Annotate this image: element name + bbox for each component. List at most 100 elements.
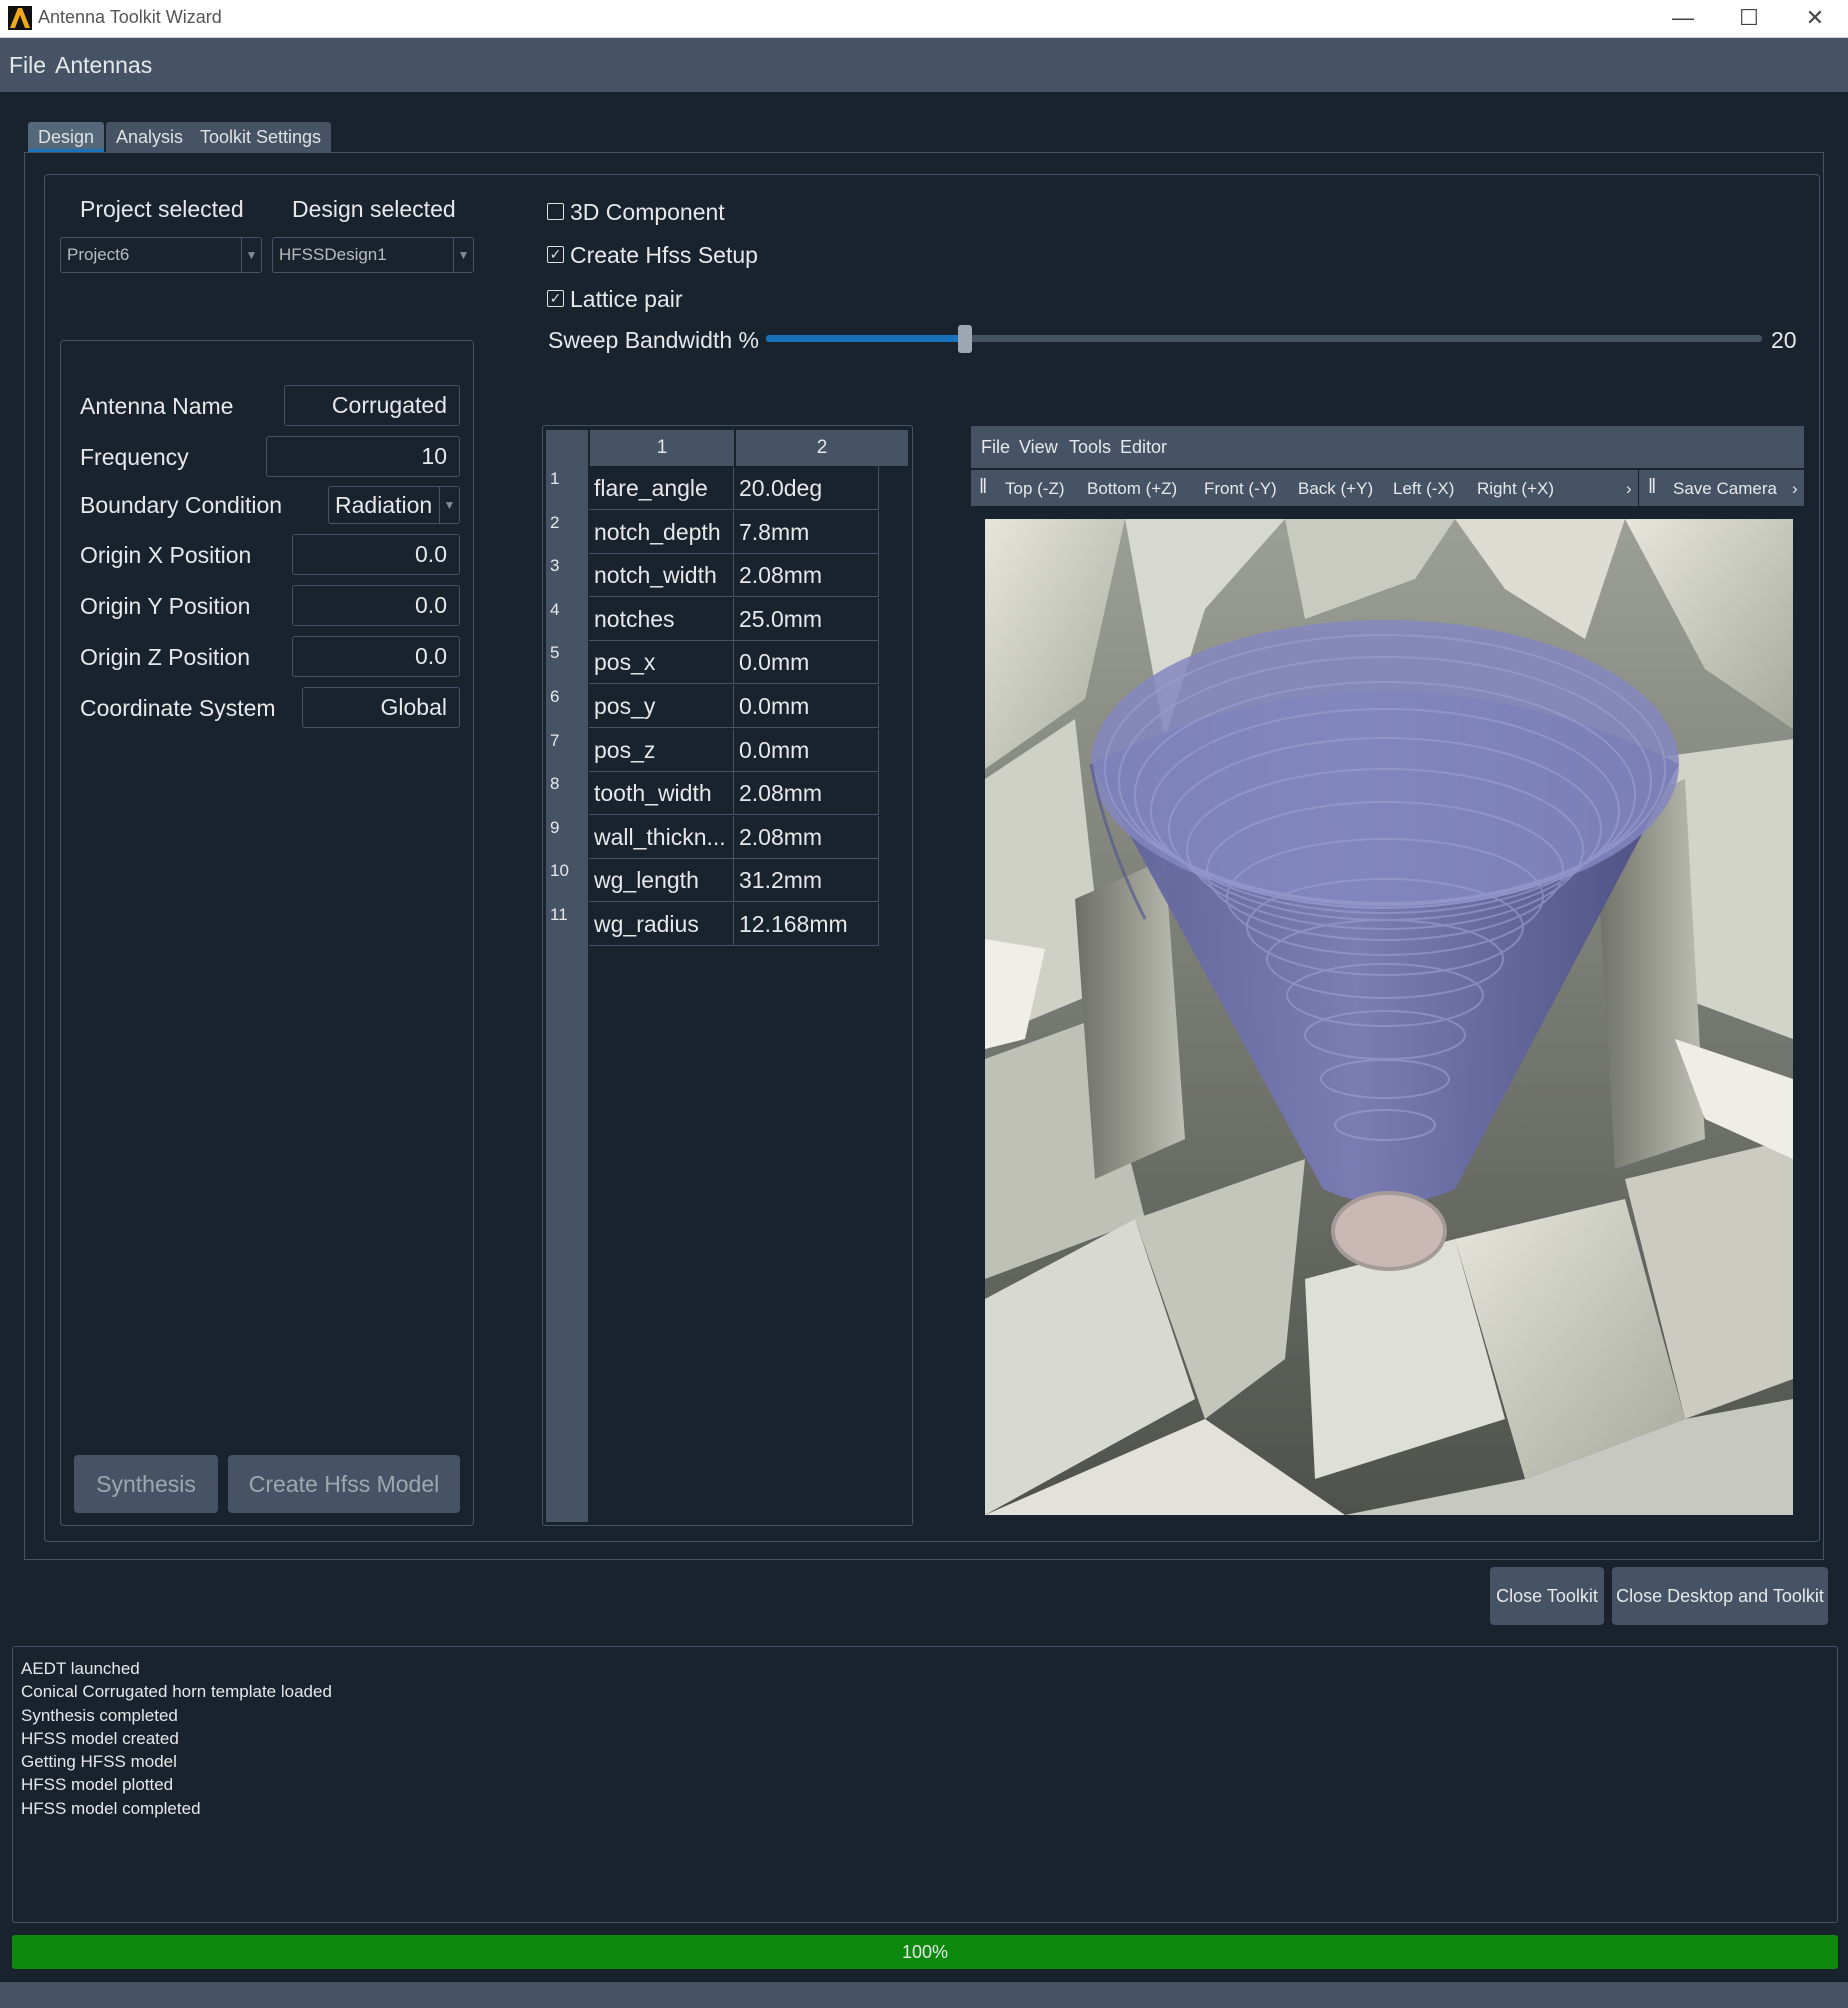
column-header-1[interactable]: 1	[590, 430, 734, 466]
sweep-bandwidth-value: 20	[1771, 327, 1797, 353]
row-header[interactable]: 6	[550, 687, 559, 707]
row-header[interactable]: 11	[550, 905, 568, 925]
origin-x-label: Origin X Position	[80, 542, 252, 568]
table-cell-name[interactable]: wall_thickn...	[589, 816, 734, 859]
table-cell-value[interactable]: 25.0mm	[734, 598, 879, 641]
create-hfss-model-button[interactable]: Create Hfss Model	[228, 1455, 460, 1513]
row-header[interactable]: 3	[550, 556, 559, 576]
origin-x-field[interactable]: 0.0	[292, 534, 460, 575]
3d-component-checkbox[interactable]	[547, 203, 564, 220]
app-logo-icon	[8, 6, 32, 30]
close-toolkit-button[interactable]: Close Toolkit	[1490, 1567, 1604, 1625]
tab-analysis[interactable]: Analysis	[106, 122, 194, 152]
viewer-menu-editor[interactable]: Editor	[1120, 437, 1167, 458]
origin-z-field[interactable]: 0.0	[292, 636, 460, 677]
boundary-condition-value: Radiation	[335, 492, 433, 518]
row-header[interactable]: 7	[550, 731, 559, 751]
3d-viewport[interactable]	[985, 519, 1793, 1515]
design-label: Design selected	[292, 196, 456, 222]
table-cell-name[interactable]: wg_length	[589, 859, 734, 902]
status-bar	[0, 1982, 1848, 2008]
table-cell-name[interactable]: pos_x	[589, 641, 734, 684]
chevron-right-icon[interactable]: ›	[1792, 479, 1798, 499]
coordinate-system-field[interactable]: Global	[302, 687, 460, 728]
table-cell-value[interactable]: 2.08mm	[734, 772, 879, 815]
menu-file[interactable]: File	[9, 52, 46, 79]
row-header-column	[546, 430, 588, 1522]
camera-front-button[interactable]: Front (-Y)	[1204, 479, 1277, 499]
table-cell-value[interactable]: 31.2mm	[734, 859, 879, 902]
table-cell-name[interactable]: notch_width	[589, 554, 734, 597]
lattice-pair-checkbox[interactable]: ✓	[547, 290, 564, 307]
viewer-menu-tools[interactable]: Tools	[1069, 437, 1111, 458]
tab-toolkit-settings[interactable]: Toolkit Settings	[190, 122, 332, 152]
table-cell-value[interactable]: 0.0mm	[734, 641, 879, 684]
log-line: Conical Corrugated horn template loaded	[21, 1682, 332, 1702]
project-combo-value: Project6	[67, 245, 130, 264]
close-window-button[interactable]: ✕	[1782, 0, 1848, 38]
horn-model-render	[985, 519, 1793, 1515]
row-header[interactable]: 9	[550, 818, 559, 838]
frequency-field[interactable]: 10	[266, 436, 460, 477]
table-cell-value[interactable]: 0.0mm	[734, 729, 879, 772]
column-header-2[interactable]: 2	[736, 430, 908, 466]
project-combo[interactable]: Project6 ▼	[60, 237, 262, 273]
table-cell-value[interactable]: 2.08mm	[734, 554, 879, 597]
table-cell-name[interactable]: flare_angle	[589, 467, 734, 510]
table-cell-name[interactable]: tooth_width	[589, 772, 734, 815]
camera-back-button[interactable]: Back (+Y)	[1298, 479, 1373, 499]
menu-bar	[0, 38, 1848, 92]
minimize-button[interactable]: —	[1650, 0, 1716, 38]
log-line: HFSS model completed	[21, 1798, 201, 1818]
viewer-menu-file[interactable]: File	[981, 437, 1010, 458]
create-hfss-setup-label: Create Hfss Setup	[570, 242, 758, 268]
table-cell-value[interactable]: 7.8mm	[734, 511, 879, 554]
project-label: Project selected	[80, 196, 244, 222]
viewer-menu-view[interactable]: View	[1019, 437, 1058, 458]
row-header[interactable]: 1	[550, 469, 559, 489]
table-cell-name[interactable]: notches	[589, 598, 734, 641]
toolbar-grip-icon: ‖	[979, 476, 988, 498]
menu-antennas[interactable]: Antennas	[55, 52, 152, 79]
window-title: Antenna Toolkit Wizard	[38, 7, 222, 27]
table-cell-value[interactable]: 0.0mm	[734, 685, 879, 728]
slider-handle[interactable]	[958, 325, 972, 353]
boundary-condition-label: Boundary Condition	[80, 492, 283, 518]
boundary-condition-combo[interactable]: Radiation ▼	[328, 486, 460, 524]
toolbar-grip-icon: ‖	[1648, 476, 1657, 498]
save-camera-button[interactable]: Save Camera	[1673, 479, 1777, 499]
table-cell-name[interactable]: pos_y	[589, 685, 734, 728]
sweep-bandwidth-slider[interactable]	[766, 325, 1762, 353]
table-cell-name[interactable]: pos_z	[589, 729, 734, 772]
table-cell-value[interactable]: 12.168mm	[734, 903, 879, 946]
chevron-right-icon[interactable]: ›	[1626, 479, 1632, 499]
design-combo-value: HFSSDesign1	[279, 245, 387, 264]
camera-top-button[interactable]: Top (-Z)	[1005, 479, 1065, 499]
row-header[interactable]: 10	[550, 861, 569, 881]
tab-design[interactable]: Design	[28, 122, 105, 152]
table-cell-name[interactable]: wg_radius	[589, 903, 734, 946]
origin-y-field[interactable]: 0.0	[292, 585, 460, 626]
log-line: AEDT launched	[21, 1659, 140, 1678]
row-header[interactable]: 2	[550, 513, 559, 533]
table-cell-value[interactable]: 2.08mm	[734, 816, 879, 859]
row-header[interactable]: 4	[550, 600, 559, 620]
maximize-button[interactable]: ☐	[1716, 0, 1782, 38]
log-line: HFSS model created	[21, 1728, 179, 1748]
log-output[interactable]: AEDT launched Conical Corrugated horn tem…	[12, 1646, 1838, 1923]
antenna-name-field[interactable]: Corrugated	[284, 385, 460, 426]
chevron-down-icon: ▼	[453, 238, 473, 272]
table-cell-name[interactable]: notch_depth	[589, 511, 734, 554]
table-cell-value[interactable]: 20.0deg	[734, 467, 879, 510]
origin-y-label: Origin Y Position	[80, 593, 251, 619]
camera-left-button[interactable]: Left (-X)	[1393, 479, 1454, 499]
camera-bottom-button[interactable]: Bottom (+Z)	[1087, 479, 1177, 499]
row-header[interactable]: 8	[550, 774, 559, 794]
row-header[interactable]: 5	[550, 643, 559, 663]
close-desktop-and-toolkit-button[interactable]: Close Desktop and Toolkit	[1612, 1567, 1828, 1625]
camera-right-button[interactable]: Right (+X)	[1477, 479, 1554, 499]
frequency-label: Frequency	[80, 444, 189, 470]
create-hfss-setup-checkbox[interactable]: ✓	[547, 246, 564, 263]
design-combo[interactable]: HFSSDesign1 ▼	[272, 237, 474, 273]
synthesis-button[interactable]: Synthesis	[74, 1455, 218, 1513]
